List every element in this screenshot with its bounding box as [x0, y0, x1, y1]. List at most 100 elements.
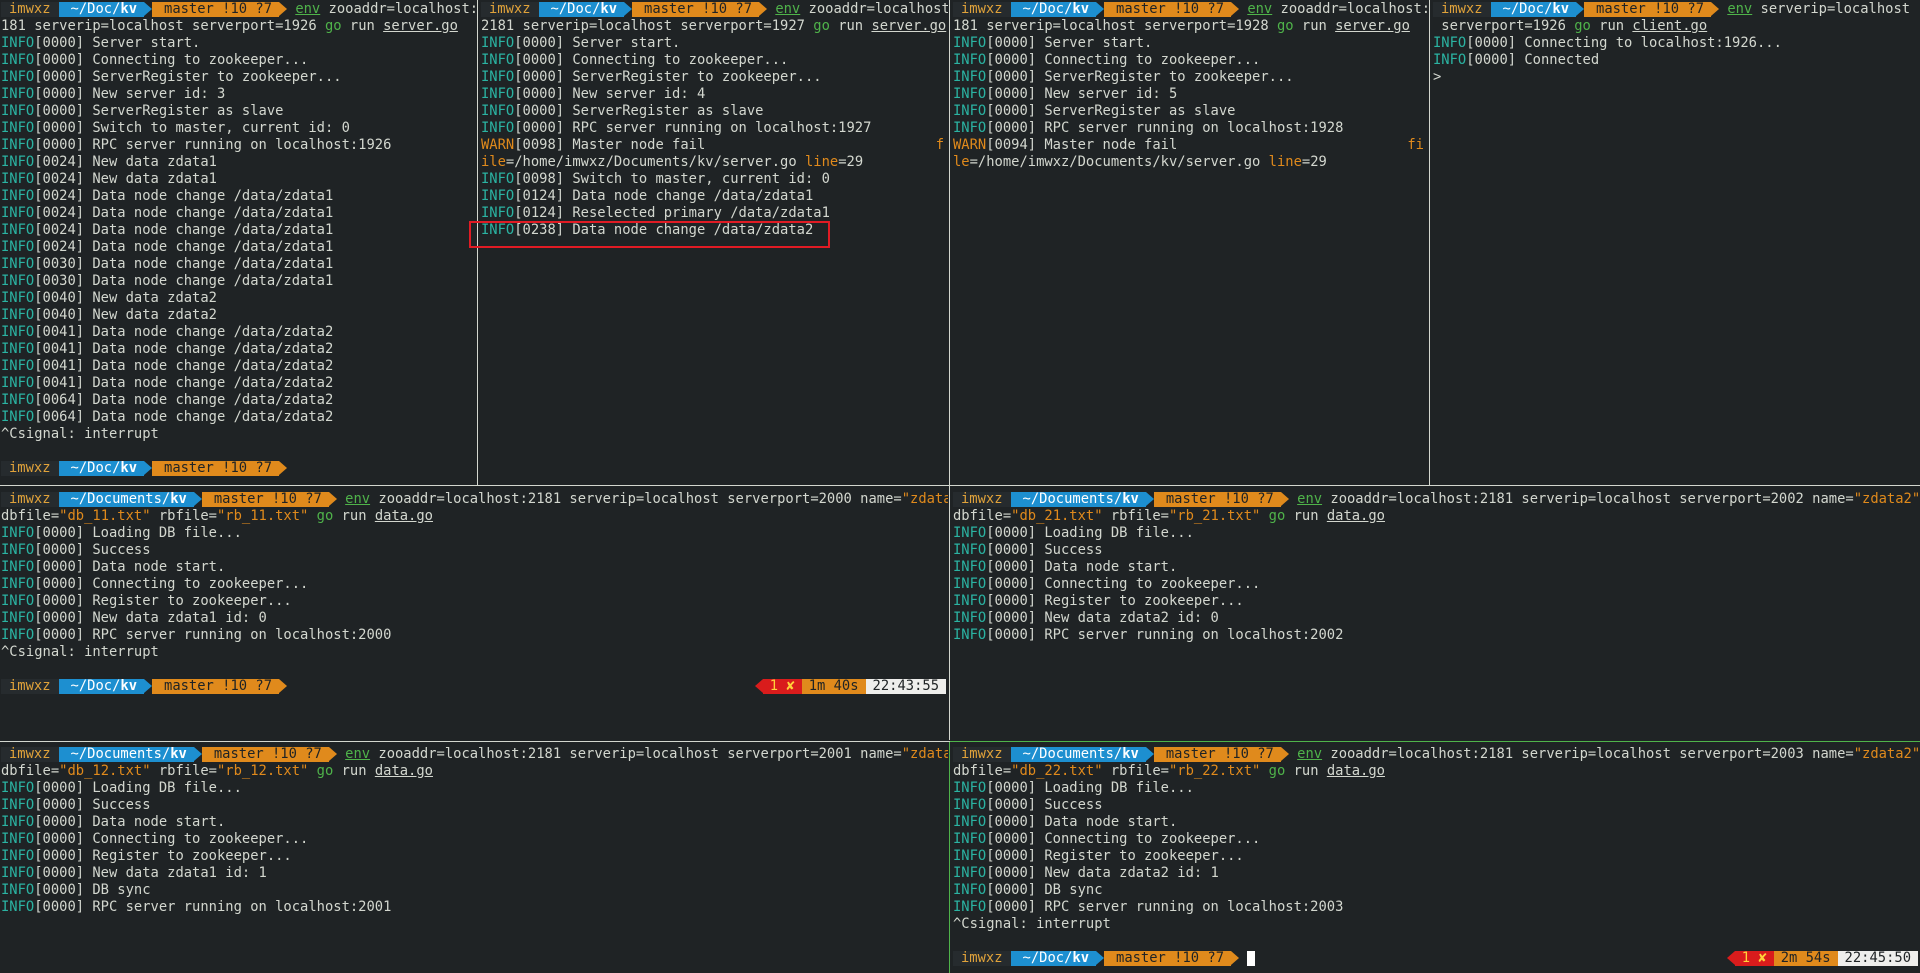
log-line: INFO[0000] New server id: 4: [481, 86, 948, 103]
command-file: data.go: [1326, 763, 1385, 779]
prompt-line[interactable]: imwxz ~/Doc/kv master !10 ?7: [1, 460, 476, 477]
terminal-pane-data-2001[interactable]: imwxz ~/Documents/kv master !10 ?7 env zoo…: [0, 745, 948, 973]
pane-divider-active[interactable]: [950, 741, 1920, 742]
log-level: INFO: [481, 69, 515, 85]
log-line: INFO[0124] Reselected primary /data/zdat…: [481, 205, 948, 222]
command-env: env: [345, 491, 371, 507]
pane-divider[interactable]: [1429, 0, 1430, 485]
log-level: INFO: [1, 797, 35, 813]
command-go: go: [1260, 763, 1286, 779]
prompt-dir-prefix: ~/Doc/: [70, 460, 121, 476]
log-field-key: line: [1268, 154, 1302, 170]
prompt-separator-icon: [1231, 951, 1239, 965]
log-level: INFO: [953, 542, 987, 558]
log-text: [0041] Data node change /data/zdata2: [34, 341, 334, 357]
log-text: [0030] Data node change /data/zdata1: [34, 273, 334, 289]
pane-divider[interactable]: [0, 741, 950, 742]
command-args: zooaddr=localhost:2: [1272, 1, 1428, 17]
log-text: [0000] Loading DB file...: [34, 780, 242, 796]
log-text: [0000] ServerRegister to zookeeper...: [986, 69, 1294, 85]
log-text: [0000] Switch to master, current id: 0: [34, 120, 350, 136]
log-line: ile=/home/imwxz/Documents/kv/server.go l…: [481, 154, 948, 171]
log-level: INFO: [1, 627, 35, 643]
prompt-directory: ~/Doc/kv: [58, 2, 145, 17]
prompt-separator-icon: [1145, 747, 1154, 761]
command-env: env: [1297, 746, 1323, 762]
pane-divider[interactable]: [949, 0, 950, 485]
prompt-line[interactable]: imwxz ~/Doc/kv master !10 ?7 1 ✘ 2m 54s 22:4…: [953, 950, 1920, 967]
prompt-dir-prefix: ~/Documents/: [70, 491, 171, 507]
log-line: INFO[0000] Connecting to zookeeper...: [481, 52, 948, 69]
log-line: ^Csignal: interrupt: [953, 916, 1920, 933]
log-level: INFO: [1, 239, 35, 255]
dbfile-key: dbfile=: [953, 763, 1012, 779]
text-cursor: [1247, 951, 1256, 966]
prompt-separator-icon: [1096, 2, 1105, 16]
log-line: INFO[0000] ServerRegister to zookeeper..…: [953, 69, 1428, 86]
log-line: INFO[0030] Data node change /data/zdata1: [1, 273, 476, 290]
log-level: INFO: [1, 341, 35, 357]
prompt-dir-prefix: ~/Doc/: [1502, 1, 1553, 17]
terminal-pane-data-2000[interactable]: imwxz ~/Documents/kv master !10 ?7 env zoo…: [0, 490, 948, 740]
log-level: INFO: [1, 171, 35, 187]
log-line: WARN[0094] Master node fail fi: [953, 137, 1428, 154]
terminal-pane-client[interactable]: imwxz ~/Doc/kv master !10 ?7 env serverip=…: [1432, 0, 1920, 484]
command-line: imwxz ~/Documents/kv master !10 ?7 env zoo…: [1, 491, 948, 508]
log-level: INFO: [953, 865, 987, 881]
log-text: [0000] RPC server running on localhost:1…: [514, 120, 872, 136]
prompt-separator-icon: [1231, 2, 1239, 16]
command-run: run: [1590, 18, 1633, 34]
log-text: [0000] RPC server running on localhost:1…: [34, 137, 392, 153]
log-line: INFO[0000] Register to zookeeper...: [953, 593, 1920, 610]
log-level: INFO: [1433, 52, 1467, 68]
log-text: [0000] New server id: 3: [34, 86, 226, 102]
prompt-user: imwxz: [953, 951, 1011, 966]
log-text: [0000] Register to zookeeper...: [986, 593, 1244, 609]
prompt-dir-prefix: ~/Documents/: [1022, 491, 1123, 507]
log-text: [0000] Register to zookeeper...: [986, 848, 1244, 864]
log-line: INFO[0000] New server id: 3: [1, 86, 476, 103]
log-text: [0024] Data node change /data/zdata1: [34, 205, 334, 221]
log-level: INFO: [953, 69, 987, 85]
prompt-dir-name: kv: [1552, 1, 1570, 17]
log-level: INFO: [1, 103, 35, 119]
pane-divider[interactable]: [949, 486, 950, 740]
prompt-line[interactable]: imwxz ~/Doc/kv master !10 ?7 1 ✘ 1m 40s 22:43…: [1, 678, 948, 695]
log-line: INFO[0000] Switch to master, current id:…: [1, 120, 476, 137]
dbfile-key: dbfile=: [953, 508, 1012, 524]
command-go: go: [1276, 18, 1294, 34]
log-line: INFO[0041] Data node change /data/zdata2: [1, 375, 476, 392]
log-line: INFO[0000] New data zdata2 id: 0: [953, 610, 1920, 627]
terminal-pane-server-1928[interactable]: imwxz ~/Doc/kv master !10 ?7 env zooaddr=l…: [952, 0, 1428, 484]
log-text: ^Csignal: interrupt: [953, 916, 1111, 932]
log-text: [0024] Data node change /data/zdata1: [34, 239, 334, 255]
prompt-git-status: master !10 ?7: [152, 2, 279, 17]
prompt-separator-icon: [193, 492, 202, 506]
terminal-pane-data-2002[interactable]: imwxz ~/Documents/kv master !10 ?7 env zoo…: [952, 490, 1920, 740]
command-run: run: [1293, 18, 1336, 34]
command-file: client.go: [1632, 18, 1708, 34]
prompt-separator-icon: [1280, 492, 1289, 506]
log-field-value: =29: [1301, 154, 1327, 170]
log-line: INFO[0000] New data zdata1 id: 1: [1, 865, 948, 882]
prompt-user: imwxz: [1, 2, 59, 17]
log-line: INFO[0000] Loading DB file...: [953, 780, 1920, 797]
command-line-wrap: dbfile="db_12.txt" rbfile="rb_12.txt" go…: [1, 763, 948, 780]
pane-divider-active[interactable]: [949, 742, 950, 973]
dbfile-key: dbfile=: [1, 508, 60, 524]
prompt-separator-icon: [279, 461, 287, 475]
log-text: [0030] Data node change /data/zdata1: [34, 256, 334, 272]
log-level: INFO: [1, 593, 35, 609]
log-text: [0000] RPC server running on localhost:1…: [986, 120, 1344, 136]
rbfile-key: rbfile=: [150, 763, 217, 779]
command-args-wrap: 2181 serverip=localhost serverport=1927: [481, 18, 814, 34]
log-text: [0000] Loading DB file...: [986, 780, 1194, 796]
log-line: INFO[0000] New data zdata1 id: 0: [1, 610, 948, 627]
command-file: server.go: [871, 18, 947, 34]
log-text: [0000] New data zdata2 id: 1: [986, 865, 1219, 881]
log-level: INFO: [953, 120, 987, 136]
terminal-pane-data-2003[interactable]: imwxz ~/Documents/kv master !10 ?7 env zoo…: [952, 745, 1920, 973]
pane-divider[interactable]: [0, 485, 1920, 486]
prompt-git-status: master !10 ?7: [1153, 747, 1281, 762]
terminal-pane-server-1926[interactable]: imwxz ~/Doc/kv master !10 ?7 env zooaddr=l…: [0, 0, 476, 484]
